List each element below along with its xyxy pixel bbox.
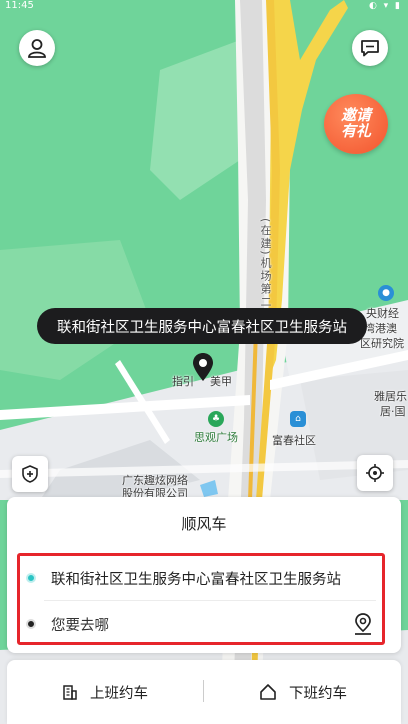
- to-work-button[interactable]: 上班约车: [7, 660, 203, 724]
- start-dot-icon: [26, 573, 36, 583]
- add-marker-button[interactable]: [12, 456, 48, 492]
- off-work-label: 下班约车: [289, 685, 347, 702]
- poi-label-research-2: 湾港澳: [364, 322, 397, 335]
- locate-me-button[interactable]: [357, 455, 393, 491]
- poi-label-research-1: 央财经: [366, 307, 399, 320]
- poi-label-yaju-2: 居·国: [380, 405, 406, 418]
- promo-line-1: 邀请: [340, 107, 371, 124]
- off-work-button[interactable]: 下班约车: [205, 660, 401, 724]
- status-time: 11:45: [5, 0, 34, 11]
- research-poi-icon[interactable]: ●: [378, 285, 394, 301]
- invite-reward-button[interactable]: 邀请 有礼: [324, 94, 388, 154]
- promo-line-2: 有礼: [340, 123, 371, 140]
- user-icon: [28, 39, 46, 58]
- commute-separator: [203, 680, 204, 702]
- message-icon: [361, 40, 379, 57]
- sheet-title: 顺风车: [181, 515, 227, 533]
- location-tooltip-text: 联和街社区卫生服务中心富春社区卫生服务站: [57, 319, 347, 336]
- start-location-field[interactable]: 联和街社区卫生服务中心富春社区卫生服务站: [20, 556, 382, 600]
- building-icon: [63, 685, 77, 700]
- status-bar: 11:45 ◐ ▾ ▮: [0, 0, 408, 12]
- poi-label-guide: 指引: [172, 375, 194, 388]
- route-input-box: 联和街社区卫生服务中心富春社区卫生服务站 您要去哪: [17, 553, 385, 645]
- poi-label-fuchun: 富春社区: [272, 434, 316, 447]
- ride-sheet: 顺风车 联和街社区卫生服务中心富春社区卫生服务站 您要去哪: [7, 497, 401, 653]
- location-pin-icon: [193, 353, 213, 381]
- community-poi-icon[interactable]: ⌂: [290, 411, 306, 427]
- status-icons: ◐ ▾ ▮: [368, 1, 402, 11]
- destination-field[interactable]: 您要去哪: [20, 602, 382, 646]
- home-icon: [260, 684, 276, 700]
- destination-placeholder: 您要去哪: [51, 617, 109, 634]
- messages-button[interactable]: [352, 30, 388, 66]
- location-tooltip[interactable]: 联和街社区卫生服务中心富春社区卫生服务站: [37, 308, 367, 344]
- route-divider: [44, 600, 376, 601]
- poi-label-research-3: 区研究院: [360, 337, 404, 350]
- park-poi-icon[interactable]: ♣: [208, 411, 224, 427]
- shield-plus-icon: [22, 465, 38, 483]
- profile-button[interactable]: [19, 30, 55, 66]
- poi-label-siguan-square: 思观广场: [194, 431, 238, 444]
- locate-icon: [366, 464, 384, 482]
- start-location-text: 联和街社区卫生服务中心富春社区卫生服务站: [51, 571, 341, 588]
- commute-bar: 上班约车 下班约车: [7, 660, 401, 724]
- destination-dot-icon: [26, 619, 36, 629]
- map-pick-icon[interactable]: [352, 612, 374, 636]
- to-work-label: 上班约车: [90, 685, 148, 702]
- poi-label-yaju-1: 雅居乐: [374, 390, 407, 403]
